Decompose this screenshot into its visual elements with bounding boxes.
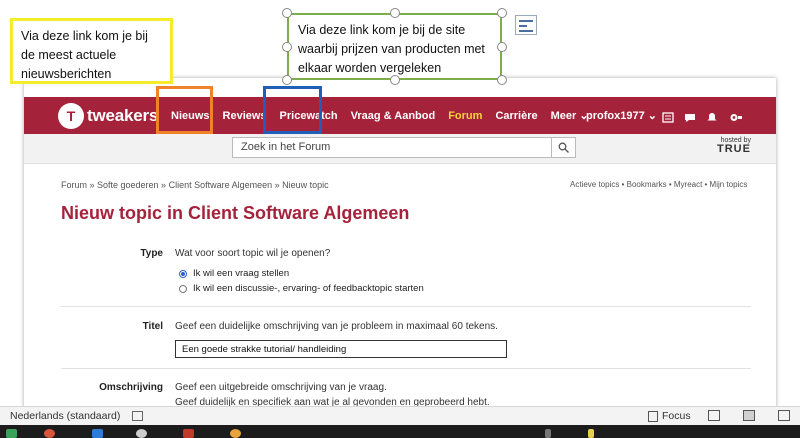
logo-icon: T [58, 103, 84, 129]
taskbar-app-icon[interactable] [230, 429, 241, 438]
divider [61, 306, 751, 307]
taskbar-tray-icon[interactable] [588, 429, 594, 438]
top-navigation: T tweakers Nieuws Reviews Pricewatch Vra… [24, 97, 776, 134]
taskbar [0, 425, 800, 438]
focus-icon [648, 410, 658, 422]
highlight-frame-pricewatch[interactable] [263, 86, 322, 134]
resize-handle[interactable] [497, 42, 507, 52]
radio-option-question[interactable]: Ik wil een vraag stellen [179, 268, 289, 279]
callout-pricewatch-text: Via deze link kom je bij de site waarbij… [298, 23, 485, 75]
host-logo: TRUE [717, 143, 751, 155]
language-indicator[interactable]: Nederlands (standaard) [10, 410, 120, 422]
focus-label: Focus [662, 410, 691, 422]
highlight-frame-nieuws[interactable] [156, 86, 213, 134]
user-menu[interactable]: profox1977 ⌄ [586, 97, 657, 134]
focus-button[interactable]: Focus [648, 410, 691, 422]
chat-icon[interactable] [684, 110, 696, 122]
bell-icon[interactable] [706, 110, 718, 121]
resize-handle[interactable] [282, 75, 292, 85]
breadcrumb[interactable]: Forum » Softe goederen » Client Software… [61, 180, 329, 190]
taskbar-app-icon[interactable] [92, 429, 103, 438]
nav-icons [662, 97, 750, 134]
resize-handle[interactable] [390, 75, 400, 85]
accessibility-icon[interactable] [132, 411, 143, 421]
radio-unselected-icon [179, 284, 187, 293]
resize-handle[interactable] [497, 75, 507, 85]
status-bar: Nederlands (standaard) Focus [0, 406, 800, 425]
description-hint-1: Geef een uitgebreide omschrijving van je… [175, 382, 387, 393]
nav-item-meer[interactable]: Meer ⌄ [551, 109, 589, 122]
resize-handle[interactable] [282, 8, 292, 18]
type-question: Wat voor soort topic wil je openen? [175, 248, 331, 259]
description-label: Omschrijving [99, 382, 163, 393]
nav-item-carriere[interactable]: Carrière [495, 110, 537, 122]
radio-selected-icon [179, 269, 187, 278]
resize-handle[interactable] [497, 8, 507, 18]
page-title: Nieuw topic in Client Software Algemeen [61, 203, 410, 223]
radio-label: Ik wil een vraag stellen [193, 268, 290, 279]
taskbar-app-icon[interactable] [136, 429, 147, 438]
nav-item-reviews[interactable]: Reviews [223, 110, 267, 122]
callout-news-text: Via deze link kom je bij de meest actuel… [21, 29, 148, 81]
document-canvas: T tweakers Nieuws Reviews Pricewatch Vra… [0, 0, 800, 438]
web-layout-icon[interactable] [778, 410, 790, 421]
callout-pricewatch[interactable]: Via deze link kom je bij de site waarbij… [287, 13, 502, 80]
forum-quicklinks[interactable]: Actieve topics • Bookmarks • Myreact • M… [570, 180, 747, 189]
resize-handle[interactable] [390, 8, 400, 18]
resize-handle[interactable] [282, 42, 292, 52]
read-mode-icon[interactable] [708, 410, 720, 421]
callout-news[interactable]: Via deze link kom je bij de meest actuel… [10, 18, 173, 84]
settings-icon[interactable] [728, 110, 742, 121]
nav-item-forum[interactable]: Forum [448, 110, 482, 122]
print-layout-icon[interactable] [743, 410, 755, 421]
search-icon[interactable] [552, 137, 576, 158]
radio-option-discussion[interactable]: Ik wil een discussie-, ervaring- of feed… [179, 283, 424, 294]
logo-text: tweakers [87, 106, 159, 125]
title-input[interactable]: Een goede strakke tutorial/ handleiding [175, 340, 507, 358]
nav-item-vraag-aanbod[interactable]: Vraag & Aanbod [351, 110, 436, 122]
taskbar-tray-icon[interactable] [545, 429, 551, 438]
divider [61, 368, 751, 369]
type-label: Type [140, 248, 163, 259]
taskbar-app-icon[interactable] [44, 429, 55, 438]
list-icon[interactable] [662, 110, 674, 123]
hosted-by-badge: hosted by TRUE [717, 137, 751, 155]
layout-options-icon[interactable] [515, 15, 537, 35]
taskbar-app-icon[interactable] [183, 429, 194, 438]
forum-search-input[interactable]: Zoek in het Forum [232, 137, 552, 158]
title-hint: Geef een duidelijke omschrijving van je … [175, 321, 498, 332]
embedded-screenshot: T tweakers Nieuws Reviews Pricewatch Vra… [24, 78, 776, 408]
title-label: Titel [142, 321, 163, 332]
tweakers-logo[interactable]: T tweakers [58, 102, 158, 130]
nav-menu: Nieuws Reviews Pricewatch Vraag & Aanbod… [171, 97, 602, 134]
taskbar-app-icon[interactable] [6, 429, 17, 438]
radio-label: Ik wil een discussie-, ervaring- of feed… [193, 283, 424, 294]
